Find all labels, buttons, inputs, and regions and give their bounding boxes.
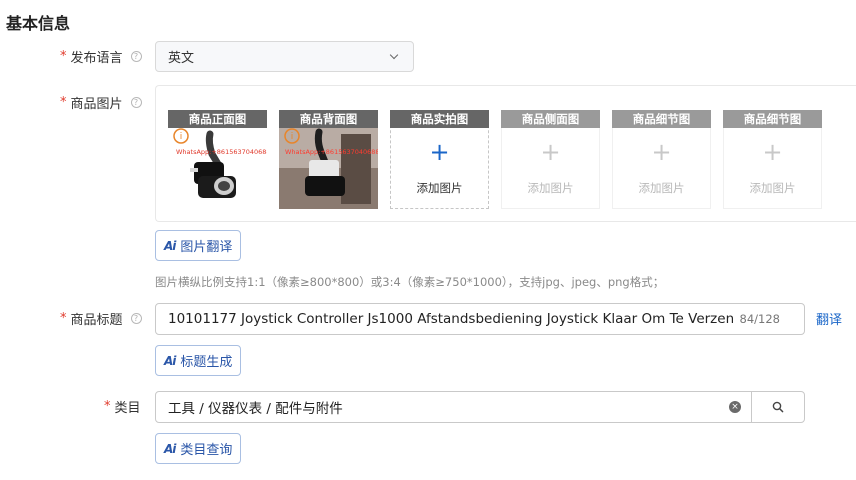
title-generate-label: 标题生成 [180,355,233,370]
image-slot-header: 商品细节图 [612,110,711,128]
category-value: 工具 / 仪器仪表 / 配件与附件 [168,401,343,417]
chevron-down-icon [389,50,399,59]
photo-watermark: WhatsApp:+8615637040688 [285,148,378,156]
required-mark: * [60,311,67,326]
question-circle-icon[interactable]: ? [130,313,142,324]
image-slot-real-shot[interactable]: 商品实拍图 + 添加图片 [390,110,489,209]
product-title-value: 10101177 Joystick Controller Js1000 Afst… [168,311,733,327]
image-slot-front[interactable]: 商品正面图 i WhatsApp:+8615637040688 [168,110,267,209]
images-label-row: * 商品图片 ? [60,93,142,112]
category-label: 类目 [114,401,141,416]
category-query-button[interactable]: Ai 类目查询 [155,433,242,464]
plus-icon: + [429,138,450,166]
photo-watermark: WhatsApp:+8615637040688 [176,148,267,156]
add-image-label: 添加图片 [416,181,463,195]
category-label-row: * 类目 [104,397,141,416]
title-generate-button[interactable]: Ai 标题生成 [155,345,242,376]
clear-circle-icon[interactable]: × [729,401,741,413]
svg-text:i: i [291,132,294,142]
search-icon [772,401,784,413]
image-slot-header: 商品细节图 [723,110,822,128]
language-select[interactable]: 英文 [155,41,414,72]
product-title-input[interactable]: 10101177 Joystick Controller Js1000 Afst… [155,303,805,335]
plus-icon: + [651,138,672,166]
question-circle-icon[interactable]: ? [130,51,142,62]
language-label-row: * 发布语言 ? [60,47,142,66]
image-translate-button[interactable]: Ai 图片翻译 [155,230,242,261]
svg-text:i: i [180,132,183,142]
image-slot-header: 商品实拍图 [390,110,489,128]
category-input[interactable]: 工具 / 仪器仪表 / 配件与附件 × [155,391,752,423]
product-photo-front: i WhatsApp:+8615637040688 [168,128,267,209]
title-char-count: 84/128 [739,312,780,326]
image-translate-label: 图片翻译 [180,240,233,255]
language-label: 发布语言 [70,51,123,66]
image-slot-header: 商品背面图 [279,110,378,128]
required-mark: * [104,399,111,414]
title-label-row: * 商品标题 ? [60,309,142,328]
product-photo-back: i WhatsApp:+8615637040688 [279,128,378,209]
image-slot-side: 商品侧面图 + 添加图片 [501,110,600,209]
add-image-label: 添加图片 [527,181,574,195]
image-slot-detail-1: 商品细节图 + 添加图片 [612,110,711,209]
image-upload-panel: 商品正面图 i WhatsApp:+8615637040688 商品背面图 i … [155,85,856,222]
add-image-label: 添加图片 [638,181,685,195]
section-title: 基本信息 [6,14,71,33]
image-slot-back[interactable]: 商品背面图 i WhatsApp:+8615637040688 [279,110,378,209]
image-slot-header: 商品侧面图 [501,110,600,128]
title-label: 商品标题 [70,313,123,328]
plus-icon: + [540,138,561,166]
required-mark: * [60,49,67,64]
plus-icon: + [762,138,783,166]
image-format-hint: 图片横纵比例支持1:1（像素≥800*800）或3:4（像素≥750*1000）… [155,275,665,289]
category-query-label: 类目查询 [180,443,233,458]
ai-icon: Ai [164,353,176,368]
title-translate-link[interactable]: 翻译 [816,309,842,328]
image-slot-header: 商品正面图 [168,110,267,128]
ai-icon: Ai [164,238,176,253]
ai-icon: Ai [164,441,176,456]
required-mark: * [60,95,67,110]
category-search-button[interactable] [751,391,805,423]
image-slot-detail-2: 商品细节图 + 添加图片 [723,110,822,209]
images-label: 商品图片 [70,97,123,112]
add-image-label: 添加图片 [749,181,796,195]
question-circle-icon[interactable]: ? [130,97,142,108]
language-selected-value: 英文 [168,51,195,66]
